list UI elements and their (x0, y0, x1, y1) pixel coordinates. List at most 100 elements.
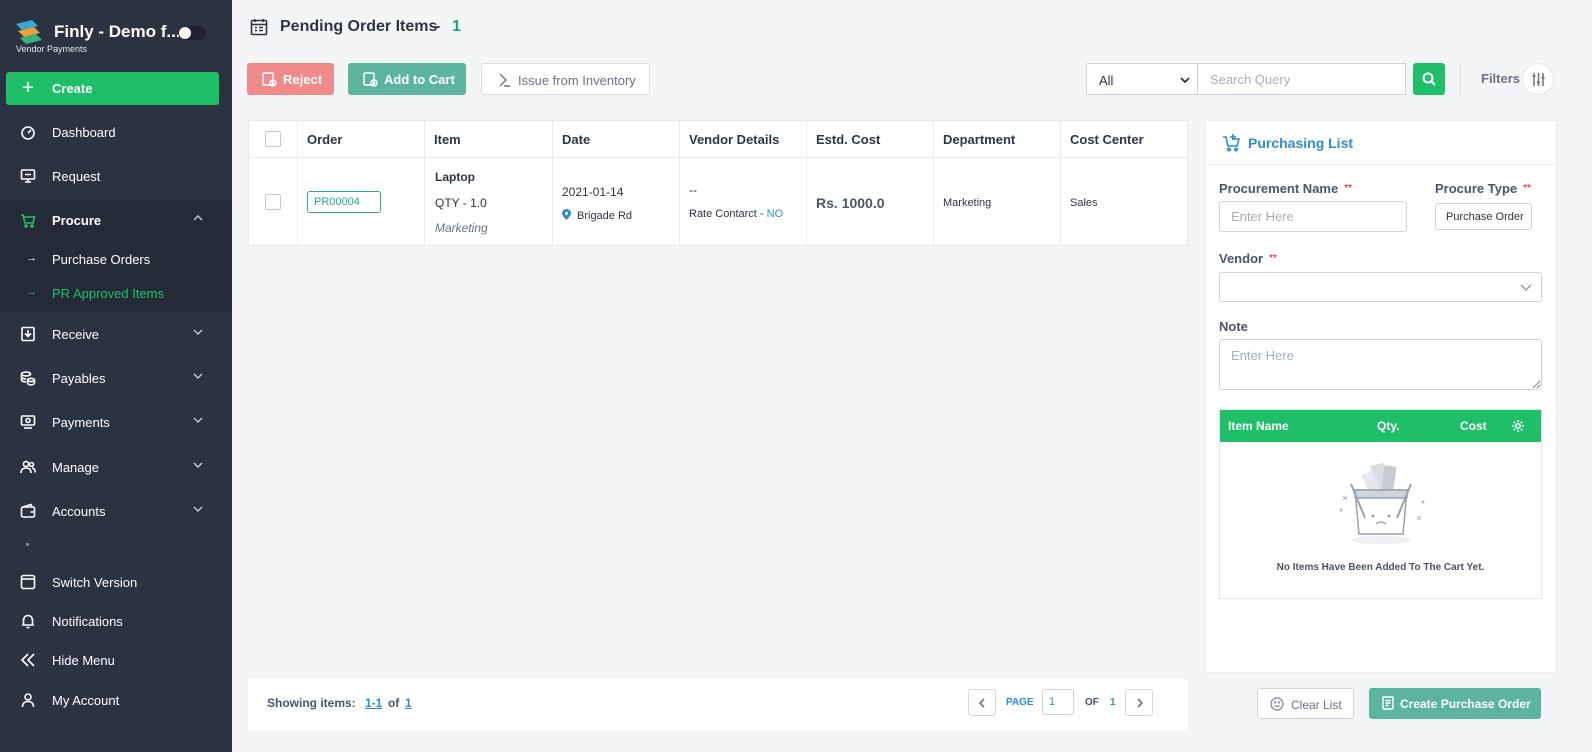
column-header-estd-cost[interactable]: Estd. Cost (816, 132, 880, 147)
reject-icon (261, 71, 277, 87)
sidebar-item-receive[interactable]: Receive (0, 314, 232, 354)
column-divider (679, 121, 680, 245)
rate-contract-label: Rate Contarct - (689, 208, 764, 220)
row-checkbox[interactable] (265, 194, 281, 210)
showing-of-label: of (388, 696, 400, 710)
filters-label[interactable]: Filters (1481, 71, 1520, 86)
sidebar-item-label: My Account (52, 693, 120, 708)
inventory-icon (496, 72, 512, 88)
order-tag[interactable]: PR00004 (307, 191, 381, 213)
sidebar-item-request[interactable]: Request (0, 156, 232, 196)
sidebar-item-label: Payments (52, 415, 110, 430)
app-title: Finly - Demo f... (54, 22, 181, 41)
sidebar-item-hide-menu[interactable]: Hide Menu (0, 640, 232, 680)
search-icon (1422, 72, 1436, 86)
sidebar-item-my-account[interactable]: My Account (0, 680, 232, 720)
column-header-vendor-details[interactable]: Vendor Details (689, 132, 779, 147)
item-name: Laptop (435, 170, 475, 184)
next-page-button[interactable] (1125, 689, 1153, 716)
page-input[interactable]: 1 (1042, 689, 1074, 715)
chevron-down-icon (192, 326, 204, 338)
arrow-right-icon: → (26, 286, 37, 298)
reject-button[interactable]: Reject (247, 63, 334, 95)
theme-toggle[interactable] (178, 26, 206, 40)
sidebar-item-dashboard[interactable]: Dashboard (0, 112, 232, 152)
sidebar-item-label: Switch Version (52, 575, 138, 590)
issue-label: Issue from Inventory (518, 73, 636, 88)
sidebar-item-label: Dashboard (52, 125, 116, 140)
plus-icon: + (22, 77, 34, 99)
item-department: Marketing (435, 221, 488, 235)
column-header-cost-center[interactable]: Cost Center (1070, 132, 1144, 147)
sidebar-item-payables[interactable]: Payables (0, 358, 232, 398)
smiley-icon (1270, 697, 1284, 711)
sidebar-item-accounts[interactable]: Accounts (0, 491, 232, 531)
filter-select[interactable]: All (1086, 63, 1198, 95)
procurement-name-text: Procurement Name (1219, 181, 1339, 196)
search-input[interactable] (1197, 63, 1406, 95)
procurement-name-label: Procurement Name ** (1219, 181, 1352, 196)
payments-icon (20, 414, 36, 430)
column-header-date[interactable]: Date (562, 132, 590, 147)
sidebar-item-label: Request (52, 169, 101, 184)
rate-contract-value[interactable]: NO (767, 208, 784, 220)
vendor-text: Vendor (1219, 251, 1264, 266)
showing-label: Showing items: (267, 696, 356, 710)
arrow-right-icon: → (26, 252, 37, 264)
sidebar-item-payments[interactable]: Payments (0, 402, 232, 442)
department: Marketing (943, 197, 992, 209)
pending-items-table: Order Item Date Vendor Details Estd. Cos… (248, 120, 1188, 246)
page-label: PAGE (1006, 697, 1034, 708)
sidebar-subitem-pr-approved-items[interactable]: → PR Approved Items (0, 278, 232, 308)
vendor-select[interactable] (1219, 272, 1542, 302)
brand[interactable]: Finly - Demo f... Vendor Payments (14, 18, 224, 58)
column-header-item[interactable]: Item (434, 132, 461, 147)
gear-icon[interactable] (1511, 419, 1525, 433)
showing-total[interactable]: 1 (405, 696, 412, 710)
dashboard-icon (20, 124, 36, 140)
note-textarea[interactable] (1219, 339, 1542, 390)
column-header-order[interactable]: Order (307, 132, 342, 147)
page-title-dash: - (435, 18, 441, 35)
procure-type-button[interactable]: Purchase Order (1435, 203, 1532, 230)
document-icon (1382, 696, 1394, 710)
showing-range[interactable]: 1-1 (365, 696, 382, 710)
sidebar-item-notifications[interactable]: Notifications (0, 601, 232, 641)
wallet-icon (20, 503, 36, 519)
procurement-name-input[interactable] (1219, 201, 1407, 232)
sidebar-subitem-label: PR Approved Items (52, 286, 164, 301)
chevron-down-icon (1520, 284, 1532, 291)
sidebar-subitem-label: Purchase Orders (52, 252, 151, 267)
select-all-checkbox[interactable] (265, 131, 281, 147)
issue-from-inventory-button[interactable]: Issue from Inventory (481, 63, 650, 95)
create-purchase-order-button[interactable]: Create Purchase Order (1369, 688, 1541, 719)
sidebar-item-procure[interactable]: Procure (0, 200, 232, 240)
sidebar: Finly - Demo f... Vendor Payments + Crea… (0, 0, 232, 752)
column-header-department[interactable]: Department (943, 132, 1015, 147)
prev-page-button[interactable] (968, 689, 996, 716)
search-button[interactable] (1413, 63, 1445, 95)
required-mark: ** (1523, 183, 1531, 194)
procure-type-text: Procure Type (1435, 181, 1518, 196)
sidebar-subitem-purchase-orders[interactable]: → Purchase Orders (0, 244, 232, 274)
filters-button[interactable] (1522, 63, 1554, 95)
chevron-down-icon (192, 503, 204, 515)
add-to-cart-button[interactable]: Add to Cart (348, 63, 466, 95)
sidebar-item-label: Payables (52, 371, 106, 386)
reject-label: Reject (283, 72, 323, 87)
bell-icon (20, 613, 36, 629)
clear-list-button[interactable]: Clear List (1257, 688, 1354, 719)
create-button[interactable]: + Create (6, 72, 219, 105)
location-text: Brigade Rd (577, 210, 633, 222)
required-mark: ** (1344, 183, 1353, 194)
cart-column-qty: Qty. (1377, 419, 1400, 433)
sidebar-item-label: Notifications (52, 614, 123, 629)
sliders-icon (1532, 73, 1545, 86)
page-header: Pending Order Items - 1 (232, 0, 1592, 55)
vendor-label: Vendor ** (1219, 251, 1277, 266)
sidebar-item-manage[interactable]: Manage (0, 447, 232, 487)
sidebar-item-switch-version[interactable]: Switch Version (0, 562, 232, 602)
note-label: Note (1219, 319, 1248, 334)
table-header: Order Item Date Vendor Details Estd. Cos… (249, 121, 1187, 158)
clear-list-label: Clear List (1291, 698, 1342, 712)
